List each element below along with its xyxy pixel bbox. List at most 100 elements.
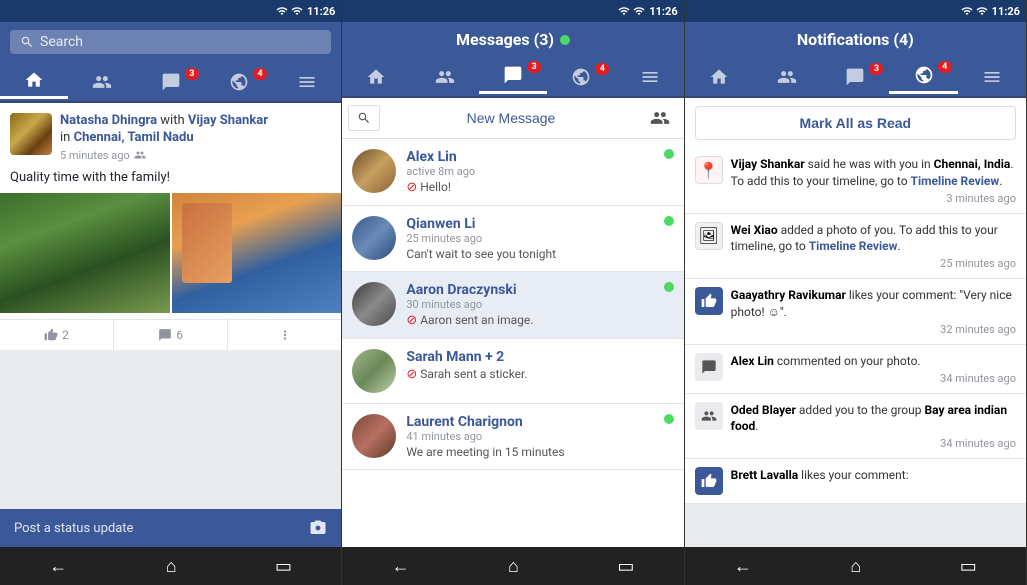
notif-body-4: Alex Lin commented on your photo. 34 min… bbox=[731, 353, 1016, 385]
nav-messages-right[interactable]: 3 bbox=[821, 61, 889, 93]
notif-item-3[interactable]: Gaayathry Ravikumar likes your comment: … bbox=[685, 279, 1026, 345]
bottom-nav-middle: ← ⌂ ▭ bbox=[342, 547, 683, 585]
msg-time-3: 30 minutes ago bbox=[406, 298, 653, 311]
msg-name-1: Alex Lin bbox=[406, 149, 653, 165]
time-right: 11:26 bbox=[992, 5, 1020, 18]
camera-icon bbox=[309, 519, 327, 537]
status-icons-left bbox=[276, 5, 303, 17]
messages-title: Messages (3) bbox=[456, 30, 554, 49]
message-item-2[interactable]: Qianwen Li 25 minutes ago Can't wait to … bbox=[342, 206, 683, 272]
nav-home-left[interactable] bbox=[0, 64, 68, 99]
status-bar-middle: 11:26 bbox=[342, 0, 683, 22]
nav-menu-middle[interactable] bbox=[615, 61, 683, 93]
recent-button-middle[interactable]: ▭ bbox=[597, 552, 654, 581]
msg-preview-1: ⊘ Hello! bbox=[406, 180, 653, 195]
mark-all-read-button[interactable]: Mark All as Read bbox=[695, 106, 1016, 140]
globe-badge-right: 4 bbox=[938, 61, 952, 73]
nav-globe-middle[interactable]: 4 bbox=[547, 61, 615, 93]
more-button[interactable] bbox=[228, 320, 341, 350]
message-item-3[interactable]: Aaron Draczynski 30 minutes ago ⊘ Aaron … bbox=[342, 272, 683, 339]
home-button-left[interactable]: ⌂ bbox=[146, 552, 197, 581]
notif-text-1: Vijay Shankar said he was with you in Ch… bbox=[731, 156, 1016, 190]
notif-item-1[interactable]: 📍 Vijay Shankar said he was with you in … bbox=[685, 148, 1026, 214]
globe-icon-mid bbox=[571, 67, 591, 87]
error-icon-1: ⊘ bbox=[406, 180, 417, 195]
like-count: 2 bbox=[62, 328, 69, 342]
menu-icon-right bbox=[982, 67, 1002, 87]
msg-time-1: active 8m ago bbox=[406, 165, 653, 178]
notifications-title: Notifications (4) bbox=[797, 30, 914, 49]
recent-button-left[interactable]: ▭ bbox=[255, 552, 312, 581]
message-item-4[interactable]: Sarah Mann + 2 ⊘ Sarah sent a sticker. bbox=[342, 339, 683, 404]
wifi-icon-mid bbox=[618, 5, 630, 17]
notif-item-4[interactable]: Alex Lin commented on your photo. 34 min… bbox=[685, 345, 1026, 394]
nav-home-middle[interactable] bbox=[342, 61, 410, 93]
nav-friends-right[interactable] bbox=[753, 61, 821, 93]
message-item-5[interactable]: Laurent Charignon 41 minutes ago We are … bbox=[342, 404, 683, 470]
nav-home-right[interactable] bbox=[685, 61, 753, 93]
nav-messages-middle[interactable]: 3 bbox=[479, 59, 547, 94]
search-box[interactable]: Search bbox=[10, 30, 331, 54]
messages-badge-right: 3 bbox=[869, 63, 883, 75]
online-dot-2 bbox=[664, 216, 674, 226]
notif-time-2: 25 minutes ago bbox=[731, 257, 1016, 270]
msg-avatar-3 bbox=[352, 282, 396, 326]
back-button-right[interactable]: ← bbox=[714, 552, 772, 581]
notif-body-2: Wei Xiao added a photo of you. To add th… bbox=[731, 222, 1016, 271]
nav-menu-right[interactable] bbox=[958, 61, 1026, 93]
group-message-button[interactable] bbox=[642, 104, 678, 132]
recent-button-right[interactable]: ▭ bbox=[940, 552, 997, 581]
feed-content: Natasha Dhingra with Vijay Shankar in Ch… bbox=[0, 103, 341, 509]
msg-status-1 bbox=[664, 149, 674, 159]
wifi-icon-right bbox=[961, 5, 973, 17]
time-text: 5 minutes ago bbox=[60, 149, 130, 162]
nav-globe-right[interactable]: 4 bbox=[889, 59, 957, 94]
msg-time-2: 25 minutes ago bbox=[406, 232, 653, 245]
home-button-middle[interactable]: ⌂ bbox=[488, 552, 539, 581]
time-middle: 11:26 bbox=[649, 5, 677, 18]
notif-icon-group bbox=[695, 402, 723, 430]
msg-status-3 bbox=[664, 282, 674, 292]
post-time: 5 minutes ago bbox=[60, 149, 331, 162]
nav-messages-left[interactable]: 3 bbox=[137, 66, 205, 98]
chat-icon bbox=[161, 72, 181, 92]
notif-item-6[interactable]: Brett Lavalla likes your comment: bbox=[685, 459, 1026, 504]
notif-body-6: Brett Lavalla likes your comment: bbox=[731, 467, 1016, 484]
status-icons-middle bbox=[618, 5, 645, 17]
menu-icon-mid bbox=[640, 67, 660, 87]
nav-globe-left[interactable]: 4 bbox=[205, 66, 273, 98]
search-icon-mid bbox=[357, 111, 371, 125]
notif-text-3: Gaayathry Ravikumar likes your comment: … bbox=[731, 287, 1016, 321]
back-button-middle[interactable]: ← bbox=[372, 552, 430, 581]
home-icon-right bbox=[709, 67, 729, 87]
notif-body-5: Oded Blayer added you to the group Bay a… bbox=[731, 402, 1016, 451]
author-with: with bbox=[160, 113, 188, 128]
error-icon-3: ⊘ bbox=[406, 313, 417, 328]
notif-text-6: Brett Lavalla likes your comment: bbox=[731, 467, 1016, 484]
message-search-button[interactable] bbox=[348, 105, 380, 131]
message-item-1[interactable]: Alex Lin active 8m ago ⊘ Hello! bbox=[342, 139, 683, 206]
left-panel: 11:26 Search 3 4 bbox=[0, 0, 342, 585]
back-button-left[interactable]: ← bbox=[29, 552, 87, 581]
nav-friends-middle[interactable] bbox=[411, 61, 479, 93]
new-message-button[interactable]: New Message bbox=[384, 106, 637, 130]
signal-icon bbox=[291, 5, 303, 17]
people-icon-mid bbox=[435, 67, 455, 87]
wifi-icon bbox=[276, 5, 288, 17]
comment-button[interactable]: 6 bbox=[114, 320, 228, 350]
post-image-left bbox=[0, 193, 170, 313]
post-card: Natasha Dhingra with Vijay Shankar in Ch… bbox=[0, 103, 341, 350]
like-button[interactable]: 2 bbox=[0, 320, 114, 350]
status-post-bar[interactable]: Post a status update bbox=[0, 509, 341, 547]
status-bar-left: 11:26 bbox=[0, 0, 341, 22]
notif-icon-comment bbox=[695, 353, 723, 381]
nav-menu-left[interactable] bbox=[273, 66, 341, 98]
nav-friends-left[interactable] bbox=[68, 66, 136, 98]
like-icon bbox=[44, 328, 58, 342]
msg-status-5 bbox=[664, 414, 674, 424]
notif-item-2[interactable]: 🖼 Wei Xiao added a photo of you. To add … bbox=[685, 214, 1026, 280]
status-bar-right: 11:26 bbox=[685, 0, 1026, 22]
messages-badge-left: 3 bbox=[185, 68, 199, 80]
home-button-right[interactable]: ⌂ bbox=[830, 552, 881, 581]
notif-item-5[interactable]: Oded Blayer added you to the group Bay a… bbox=[685, 394, 1026, 460]
